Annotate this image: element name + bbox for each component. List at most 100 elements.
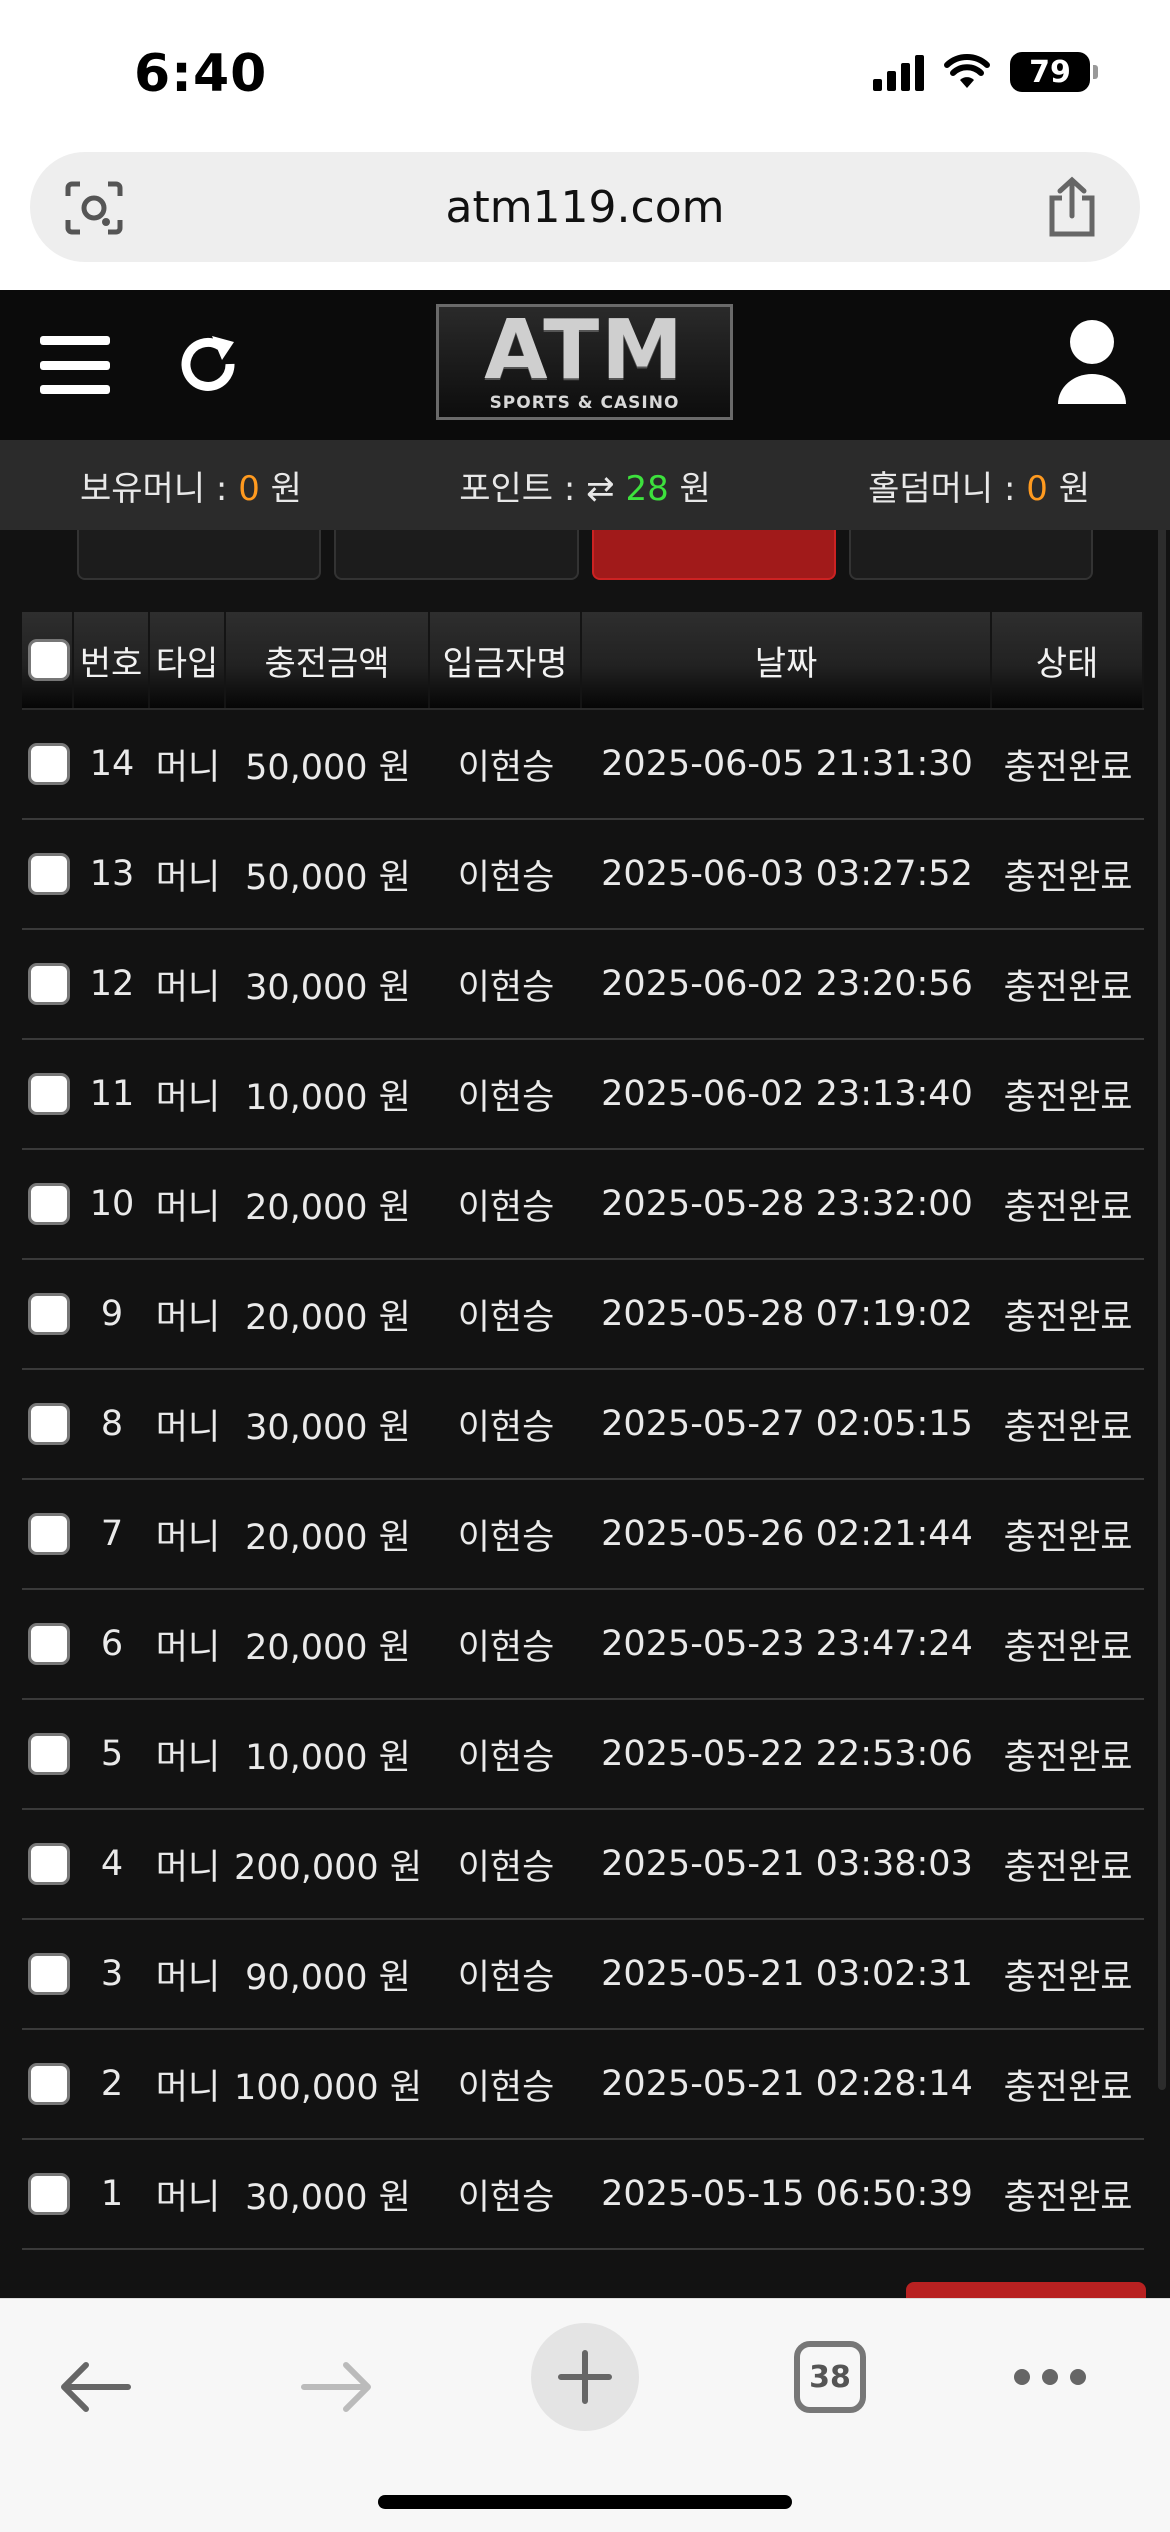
cell-depositor: 이현승 <box>457 1957 555 1998</box>
cell-status: 충전완료 <box>1003 857 1133 898</box>
cell-no: 1 <box>100 2174 124 2214</box>
table-row: 2 머니 100,000 원 이현승 2025-05-21 02:28:14 충전완료 <box>22 2030 1144 2140</box>
battery-icon: 79 <box>1010 52 1098 92</box>
browser-toolbar: 38 <box>0 2298 1170 2532</box>
cell-date: 2025-05-26 02:21:44 <box>601 1514 973 1554</box>
row-checkbox[interactable] <box>28 1513 70 1555</box>
table-row: 12 머니 30,000 원 이현승 2025-06-02 23:20:56 충전완료 <box>22 930 1144 1040</box>
cell-date: 2025-06-02 23:13:40 <box>601 1074 973 1114</box>
home-indicator <box>378 2495 792 2509</box>
url-text: atm119.com <box>445 181 725 233</box>
share-icon[interactable] <box>1044 176 1100 238</box>
cell-amount: 20,000 원 <box>245 1187 411 1228</box>
select-all-checkbox[interactable] <box>28 639 70 681</box>
cell-no: 14 <box>89 744 135 784</box>
row-checkbox[interactable] <box>28 1403 70 1445</box>
row-checkbox[interactable] <box>28 1843 70 1885</box>
tab-switcher-button[interactable]: 38 <box>794 2341 866 2413</box>
cell-amount: 50,000 원 <box>245 857 411 898</box>
cell-no: 6 <box>100 1624 124 1664</box>
wifi-icon <box>944 54 990 88</box>
cell-type: 머니 <box>155 1957 221 1998</box>
cell-type: 머니 <box>155 857 221 898</box>
forward-arrow-icon[interactable] <box>300 2359 376 2415</box>
cell-depositor: 이현승 <box>457 1627 555 1668</box>
cell-depositor: 이현승 <box>457 1737 555 1778</box>
cell-status: 충전완료 <box>1003 1737 1133 1778</box>
table-row: 5 머니 10,000 원 이현승 2025-05-22 22:53:06 충전완료 <box>22 1700 1144 1810</box>
back-arrow-icon[interactable] <box>56 2359 132 2415</box>
row-checkbox[interactable] <box>28 1623 70 1665</box>
hold-money: 보유머니 : 0 원 <box>80 468 302 509</box>
cell-type: 머니 <box>155 2177 221 2218</box>
holdem-money: 홀덤머니 : 0 원 <box>868 468 1090 509</box>
row-checkbox[interactable] <box>28 1073 70 1115</box>
table-body: 14 머니 50,000 원 이현승 2025-06-05 21:31:30 충전완료 13… <box>22 710 1144 2250</box>
page-scrollbar[interactable] <box>1158 290 1166 2090</box>
user-icon[interactable] <box>1054 318 1130 406</box>
site-logo[interactable]: ATM SPORTS & CASINO <box>436 304 733 420</box>
address-bar[interactable]: atm119.com <box>30 152 1140 262</box>
cell-status: 충전완료 <box>1003 2177 1133 2218</box>
row-checkbox[interactable] <box>28 1293 70 1335</box>
cell-amount: 200,000 원 <box>233 1847 423 1888</box>
cell-date: 2025-06-03 03:27:52 <box>601 854 973 894</box>
cell-type: 머니 <box>155 1297 221 1338</box>
header-type: 타입 <box>150 612 226 708</box>
row-checkbox[interactable] <box>28 2063 70 2105</box>
cell-amount: 30,000 원 <box>245 1407 411 1448</box>
table-row: 1 머니 30,000 원 이현승 2025-05-15 06:50:39 충전완료 <box>22 2140 1144 2250</box>
row-checkbox[interactable] <box>28 1953 70 1995</box>
row-checkbox[interactable] <box>28 1733 70 1775</box>
cell-type: 머니 <box>155 1627 221 1668</box>
cell-amount: 90,000 원 <box>245 1957 411 1998</box>
cell-depositor: 이현승 <box>457 1847 555 1888</box>
cell-depositor: 이현승 <box>457 2177 555 2218</box>
tab-deposit-history[interactable] <box>591 530 836 580</box>
cell-date: 2025-05-22 22:53:06 <box>601 1734 973 1774</box>
cell-depositor: 이현승 <box>457 857 555 898</box>
cell-date: 2025-06-05 21:31:30 <box>601 744 973 784</box>
cell-type: 머니 <box>155 1407 221 1448</box>
row-checkbox[interactable] <box>28 2173 70 2215</box>
menu-icon[interactable] <box>40 336 110 394</box>
cell-status: 충전완료 <box>1003 1077 1133 1118</box>
cell-no: 9 <box>100 1294 124 1334</box>
row-checkbox[interactable] <box>28 743 70 785</box>
cellular-signal-icon <box>873 53 924 91</box>
table-row: 14 머니 50,000 원 이현승 2025-06-05 21:31:30 충전완료 <box>22 710 1144 820</box>
more-options-icon[interactable] <box>1014 2369 1086 2385</box>
row-checkbox[interactable] <box>28 853 70 895</box>
cell-depositor: 이현승 <box>457 2067 555 2108</box>
cell-no: 11 <box>89 1074 135 1114</box>
points: 포인트 : ⇄ 28 원 <box>459 468 711 509</box>
status-time: 6:40 <box>134 44 268 104</box>
site-content: ATM SPORTS & CASINO 보유머니 : 0 원 포인트 : ⇄ 2… <box>0 290 1170 2300</box>
cell-no: 7 <box>100 1514 124 1554</box>
row-checkbox[interactable] <box>28 1183 70 1225</box>
row-checkbox[interactable] <box>28 963 70 1005</box>
tab-bar <box>77 530 1093 580</box>
cell-no: 13 <box>89 854 135 894</box>
header-status: 상태 <box>992 612 1144 708</box>
cell-date: 2025-05-21 03:38:03 <box>601 1844 973 1884</box>
tab-deposit[interactable] <box>77 530 322 580</box>
cell-amount: 100,000 원 <box>233 2067 423 2108</box>
tab-withdraw-history[interactable] <box>848 530 1093 580</box>
tab-withdraw[interactable] <box>334 530 579 580</box>
cell-depositor: 이현승 <box>457 967 555 1008</box>
lens-search-icon[interactable] <box>64 180 124 236</box>
point-convert-icon[interactable]: ⇄ <box>586 469 615 509</box>
balance-bar: 보유머니 : 0 원 포인트 : ⇄ 28 원 홀덤머니 : 0 원 <box>0 440 1170 530</box>
cell-status: 충전완료 <box>1003 1627 1133 1668</box>
new-tab-button[interactable] <box>531 2323 639 2431</box>
refresh-icon[interactable] <box>178 334 242 398</box>
cell-depositor: 이현승 <box>457 1517 555 1558</box>
cell-status: 충전완료 <box>1003 1957 1133 1998</box>
cell-type: 머니 <box>155 967 221 1008</box>
cell-depositor: 이현승 <box>457 1297 555 1338</box>
table-row: 9 머니 20,000 원 이현승 2025-05-28 07:19:02 충전완료 <box>22 1260 1144 1370</box>
cell-status: 충전완료 <box>1003 747 1133 788</box>
header-no: 번호 <box>74 612 150 708</box>
cell-type: 머니 <box>155 1847 221 1888</box>
